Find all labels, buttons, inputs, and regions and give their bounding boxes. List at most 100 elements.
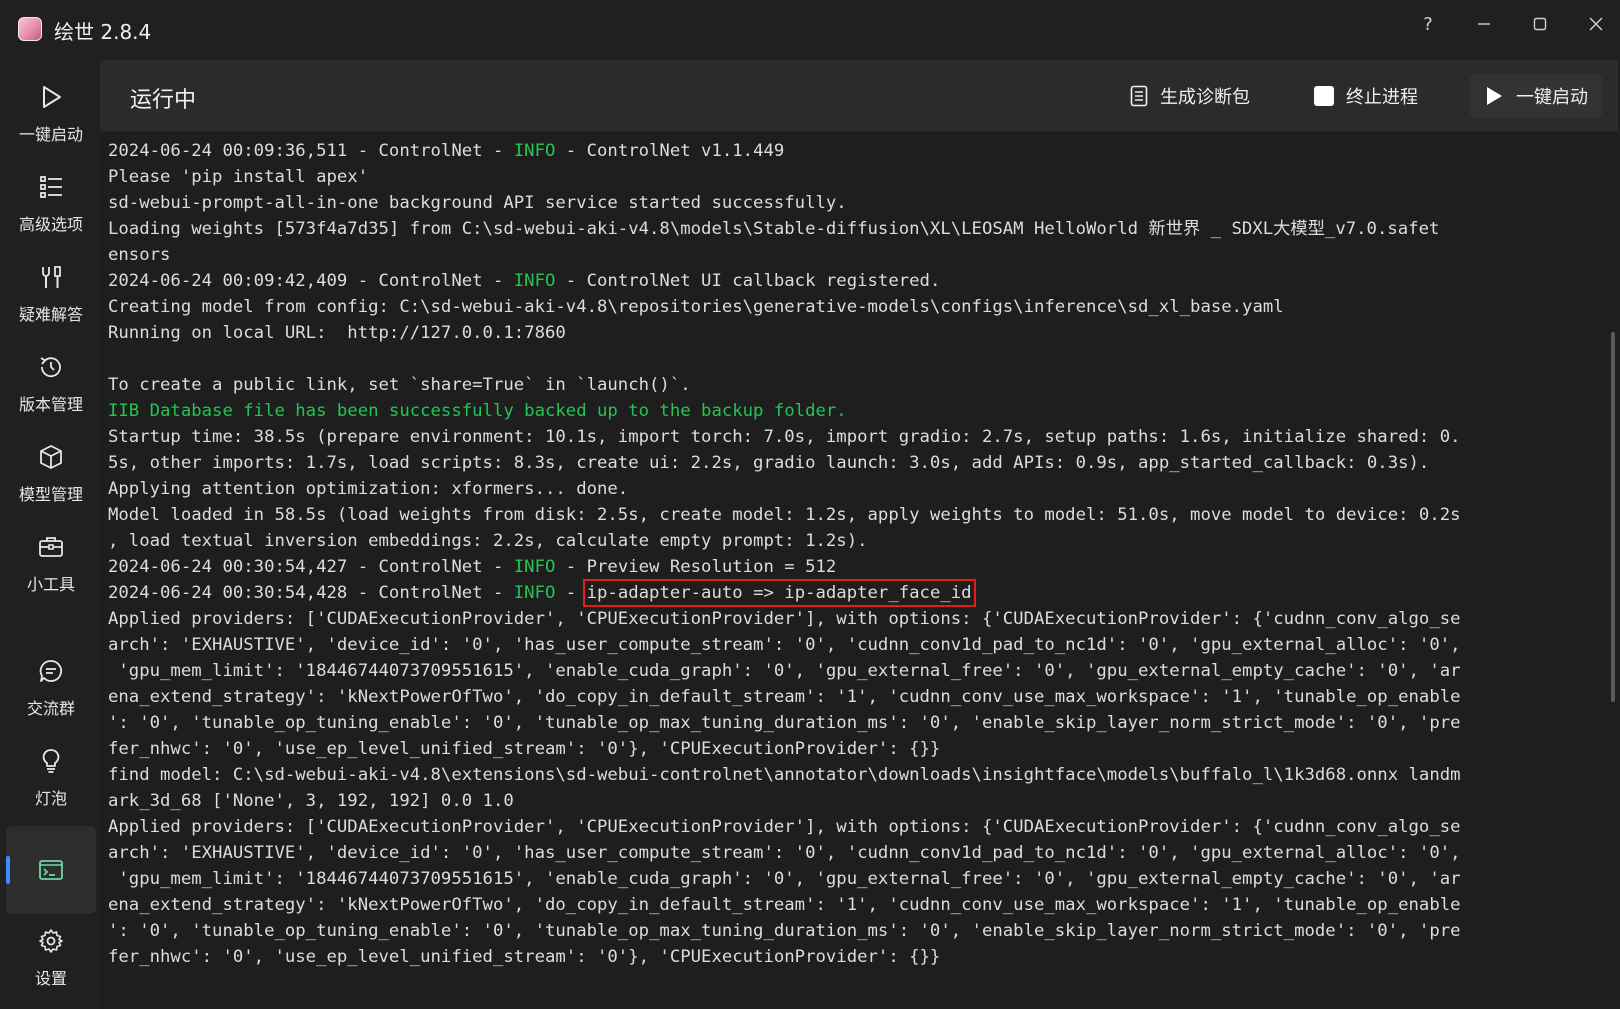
document-icon	[1130, 85, 1148, 107]
log-text: To create a public link, set `share=True…	[108, 375, 691, 395]
log-text: ': '0', 'tunable_op_tuning_enable': '0',…	[108, 921, 1461, 941]
stop-square-icon	[1314, 86, 1334, 106]
quick-launch-button[interactable]: 一键启动	[1470, 74, 1602, 118]
log-text: arch': 'EXHAUSTIVE', 'device_id': '0', '…	[108, 635, 1461, 655]
sidebar-item-troubleshoot[interactable]: 疑难解答	[6, 250, 96, 338]
log-text: 2024-06-24 00:09:42,409 - ControlNet -	[108, 271, 514, 291]
stop-process-button[interactable]: 终止进程	[1300, 74, 1432, 118]
console-line: Applying attention optimization: xformer…	[108, 476, 1618, 502]
log-text: Applied providers: ['CUDAExecutionProvid…	[108, 817, 1461, 837]
console-line: ena_extend_strategy': 'kNextPowerOfTwo',…	[108, 684, 1618, 710]
log-text: Creating model from config: C:\sd-webui-…	[108, 297, 1284, 317]
page-title: 运行中	[130, 88, 197, 113]
log-text: ena_extend_strategy': 'kNextPowerOfTwo',…	[108, 687, 1461, 707]
console-line: 'gpu_mem_limit': '18446744073709551615',…	[108, 866, 1618, 892]
log-text: ark_3d_68 ['None', 3, 192, 192] 0.0 1.0	[108, 791, 514, 811]
console-line: Please 'pip install apex'	[108, 164, 1618, 190]
play-icon	[37, 83, 65, 111]
log-text: - Preview Resolution = 512	[555, 557, 837, 577]
log-text: Applying attention optimization: xformer…	[108, 479, 629, 499]
console-line: sd-webui-prompt-all-in-one background AP…	[108, 190, 1618, 216]
main-panel: 运行中 生成诊断包 终止进程 一键启动 2024-06-24 00:09:36,…	[100, 60, 1618, 1009]
log-text: IIB Database file has been successfully …	[108, 401, 847, 421]
log-text: sd-webui-prompt-all-in-one background AP…	[108, 193, 847, 213]
minimize-button[interactable]	[1464, 6, 1504, 42]
sidebar-item-settings[interactable]: 设置	[6, 914, 96, 1002]
console-line: 2024-06-24 00:09:42,409 - ControlNet - I…	[108, 268, 1618, 294]
log-level-info: INFO	[513, 271, 556, 291]
log-text: arch': 'EXHAUSTIVE', 'device_id': '0', '…	[108, 843, 1461, 863]
maximize-icon	[1533, 17, 1547, 31]
console-line: fer_nhwc': '0', 'use_ep_level_unified_st…	[108, 736, 1618, 762]
sidebar-item-models[interactable]: 模型管理	[6, 430, 96, 518]
sidebar-item-versions[interactable]: 版本管理	[6, 340, 96, 428]
sidebar-item-quick-launch[interactable]: 一键启动	[6, 70, 96, 158]
log-text: fer_nhwc': '0', 'use_ep_level_unified_st…	[108, 947, 941, 967]
console-line: Startup time: 38.5s (prepare environment…	[108, 424, 1618, 450]
log-text: Loading weights [573f4a7d35] from C:\sd-…	[108, 219, 1440, 239]
sidebar: 一键启动 高级选项 疑难解答 版本管理 模型管理 小工具 交流群 灯泡 设置	[0, 60, 100, 1009]
log-text: -	[555, 583, 587, 603]
console-line: ena_extend_strategy': 'kNextPowerOfTwo',…	[108, 892, 1618, 918]
log-text: 5s, other imports: 1.7s, load scripts: 8…	[108, 453, 1430, 473]
stop-label: 终止进程	[1346, 87, 1418, 108]
sidebar-item-advanced[interactable]: 高级选项	[6, 160, 96, 248]
title-bar: 绘世 2.8.4 ?	[0, 0, 1620, 60]
log-text: Model loaded in 58.5s (load weights from…	[108, 505, 1461, 525]
console-icon	[37, 856, 65, 884]
bulb-icon	[37, 747, 65, 775]
console-line: To create a public link, set `share=True…	[108, 372, 1618, 398]
console-line: ensors	[108, 242, 1618, 268]
log-text: ensors	[108, 245, 171, 265]
console-line: 'gpu_mem_limit': '18446744073709551615',…	[108, 658, 1618, 684]
log-level-info: INFO	[513, 583, 556, 603]
log-text: find model: C:\sd-webui-aki-v4.8\extensi…	[108, 765, 1461, 785]
log-text: 2024-06-24 00:30:54,427 - ControlNet -	[108, 557, 514, 577]
close-button[interactable]	[1576, 6, 1616, 42]
sidebar-item-console[interactable]	[6, 826, 96, 914]
log-text: , load textual inversion embeddings: 2.2…	[108, 531, 868, 551]
minimize-icon	[1478, 23, 1490, 25]
log-text: 'gpu_mem_limit': '18446744073709551615',…	[108, 869, 1461, 889]
console-line: find model: C:\sd-webui-aki-v4.8\extensi…	[108, 762, 1618, 788]
console-line: Running on local URL: http://127.0.0.1:7…	[108, 320, 1618, 346]
log-text: 'gpu_mem_limit': '18446744073709551615',…	[108, 661, 1461, 681]
generate-diagnostic-button[interactable]: 生成诊断包	[1116, 74, 1264, 118]
log-text: Applied providers: ['CUDAExecutionProvid…	[108, 609, 1461, 629]
window-title: 绘世 2.8.4	[54, 20, 152, 44]
help-button[interactable]: ?	[1408, 6, 1448, 42]
console-output[interactable]: 2024-06-24 00:09:36,511 - ControlNet - I…	[100, 132, 1618, 1009]
toolbox-icon	[37, 533, 65, 561]
maximize-button[interactable]	[1520, 6, 1560, 42]
active-indicator	[6, 856, 10, 884]
log-level-info: INFO	[513, 141, 556, 161]
log-text: 2024-06-24 00:30:54,428 - ControlNet -	[108, 583, 514, 603]
log-text: Startup time: 38.5s (prepare environment…	[108, 427, 1461, 447]
console-line: Applied providers: ['CUDAExecutionProvid…	[108, 814, 1618, 840]
console-line: fer_nhwc': '0', 'use_ep_level_unified_st…	[108, 944, 1618, 970]
sidebar-item-label: 灯泡	[34, 789, 67, 808]
highlighted-log-text: ip-adapter-auto => ip-adapter_face_id	[582, 579, 976, 607]
console-line: 2024-06-24 00:30:54,427 - ControlNet - I…	[108, 554, 1618, 580]
console-line: 2024-06-24 00:30:54,428 - ControlNet - I…	[108, 579, 1618, 607]
log-text: Please 'pip install apex'	[108, 167, 369, 187]
tools-icon	[37, 263, 65, 291]
console-scrollbar[interactable]	[1611, 332, 1615, 702]
sidebar-item-tools[interactable]: 小工具	[6, 520, 96, 608]
sidebar-item-bulb[interactable]: 灯泡	[6, 734, 96, 822]
console-line: arch': 'EXHAUSTIVE', 'device_id': '0', '…	[108, 840, 1618, 866]
cube-icon	[37, 443, 65, 471]
console-line: IIB Database file has been successfully …	[108, 398, 1618, 424]
sidebar-item-label: 疑难解答	[18, 305, 83, 324]
log-text: - ControlNet v1.1.449	[555, 141, 785, 161]
close-icon	[1589, 17, 1603, 31]
console-line: Loading weights [573f4a7d35] from C:\sd-…	[108, 216, 1618, 242]
console-line: Applied providers: ['CUDAExecutionProvid…	[108, 606, 1618, 632]
sidebar-item-community[interactable]: 交流群	[6, 644, 96, 732]
log-text: ena_extend_strategy': 'kNextPowerOfTwo',…	[108, 895, 1461, 915]
console-line: ': '0', 'tunable_op_tuning_enable': '0',…	[108, 918, 1618, 944]
list-icon	[37, 173, 65, 201]
console-line: ark_3d_68 ['None', 3, 192, 192] 0.0 1.0	[108, 788, 1618, 814]
log-text: Running on local URL: http://127.0.0.1:7…	[108, 323, 566, 343]
